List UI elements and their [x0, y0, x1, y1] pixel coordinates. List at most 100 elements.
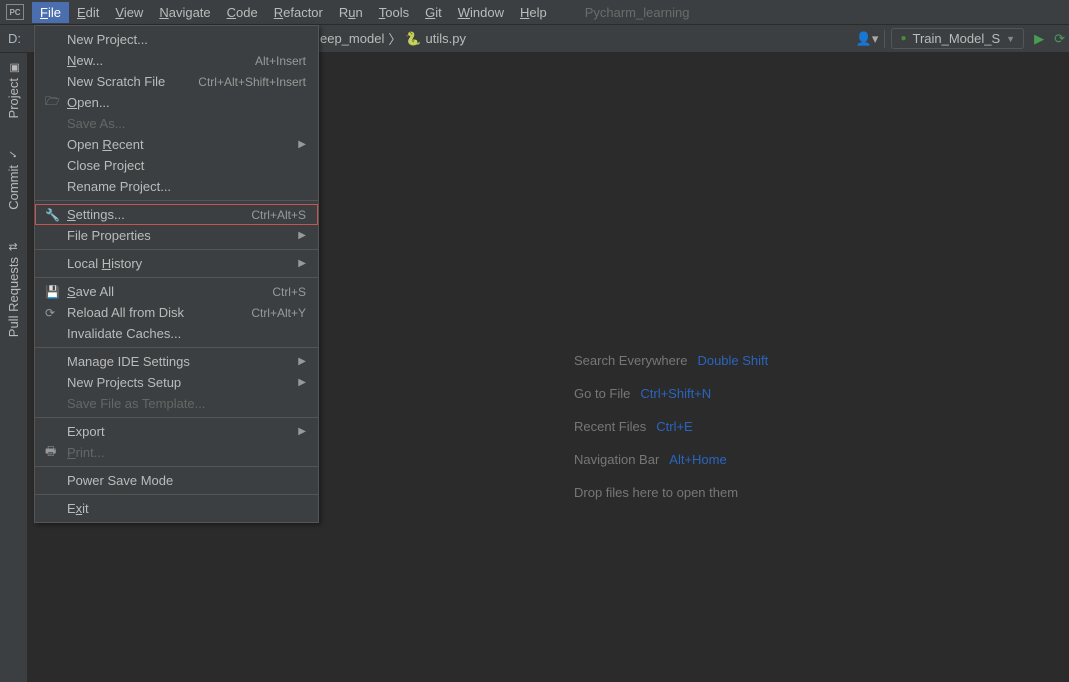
run-config-selector[interactable]: ● Train_Model_S ▼: [891, 28, 1024, 49]
debug-button[interactable]: ⟳: [1054, 31, 1065, 47]
menu-edit[interactable]: Edit: [69, 2, 107, 23]
menu-view[interactable]: View: [107, 2, 151, 23]
menu-separator: [35, 417, 318, 418]
menu-file[interactable]: File: [32, 2, 69, 23]
submenu-arrow-icon: ▶: [298, 377, 306, 388]
breadcrumb-separator: 〉: [388, 29, 401, 48]
menu-item-label: Open...: [67, 95, 110, 110]
tool-project-label: Project: [6, 78, 21, 118]
menu-item-label: Power Save Mode: [67, 473, 173, 488]
menu-item-open-recent[interactable]: Open Recent▶: [35, 134, 318, 155]
run-button[interactable]: ▶: [1030, 31, 1048, 47]
separator: [884, 30, 885, 48]
menu-item-open[interactable]: Open...🗁: [35, 92, 318, 113]
submenu-arrow-icon: ▶: [298, 258, 306, 269]
menu-item-label: Close Project: [67, 158, 144, 173]
menu-item-label: Print...: [67, 445, 105, 460]
menu-item-local-history[interactable]: Local History ▶: [35, 253, 318, 274]
menu-separator: [35, 347, 318, 348]
menu-item-new-scratch-file[interactable]: New Scratch File Ctrl+Alt+Shift+Insert: [35, 71, 318, 92]
menu-item-print: Print... 🖶: [35, 442, 318, 463]
folder-icon: ▣: [7, 62, 20, 72]
menu-item-label: Export: [67, 424, 105, 439]
menu-item-label: Settings...: [67, 207, 125, 222]
menu-item-label: New Scratch File: [67, 74, 165, 89]
submenu-arrow-icon: ▶: [298, 139, 306, 150]
menu-item-new[interactable]: New... Alt+Insert: [35, 50, 318, 71]
menu-item-reload-all-from-disk[interactable]: Reload All from Disk ⟳ Ctrl+Alt+Y: [35, 302, 318, 323]
menu-separator: [35, 200, 318, 201]
menu-shortcut: Ctrl+S: [272, 285, 306, 299]
hint-label: Search Everywhere: [574, 353, 687, 368]
menu-item-invalidate-caches[interactable]: Invalidate Caches...: [35, 323, 318, 344]
menu-item-save-all[interactable]: Save All💾Ctrl+S: [35, 281, 318, 302]
hint-shortcut: Alt+Home: [669, 452, 726, 467]
hint-row: Go to File Ctrl+Shift+N: [574, 386, 768, 401]
menu-item-label: Save As...: [67, 116, 126, 131]
menu-shortcut: Alt+Insert: [255, 54, 306, 68]
menu-item-manage-ide-settings[interactable]: Manage IDE Settings▶: [35, 351, 318, 372]
hint-label: Navigation Bar: [574, 452, 659, 467]
pull-request-icon: ⇅: [7, 242, 20, 251]
editor-hints: Search Everywhere Double Shift Go to File C…: [574, 353, 768, 500]
menu-item-rename-project[interactable]: Rename Project...: [35, 176, 318, 197]
hint-label: Drop files here to open them: [574, 485, 738, 500]
menu-item-close-project[interactable]: Close Project: [35, 155, 318, 176]
menu-item-settings[interactable]: Settings... 🔧 Ctrl+Alt+S: [35, 204, 318, 225]
wrench-icon: 🔧: [45, 208, 60, 222]
breadcrumb-tail[interactable]: eep_model 〉 🐍 utils.py: [320, 29, 466, 48]
menu-item-label: Manage IDE Settings: [67, 354, 190, 369]
menu-item-save-as: Save As...: [35, 113, 318, 134]
menu-window[interactable]: Window: [450, 2, 512, 23]
tool-pull-label: Pull Requests: [6, 257, 21, 337]
menu-navigate[interactable]: Navigate: [151, 2, 218, 23]
project-name: Pycharm_learning: [585, 5, 690, 20]
menu-code[interactable]: Code: [219, 2, 266, 23]
tool-commit-label: Commit: [6, 165, 21, 210]
menu-item-exit[interactable]: Exit: [35, 498, 318, 519]
menu-item-label: Reload All from Disk: [67, 305, 184, 320]
hint-shortcut: Ctrl+E: [656, 419, 692, 434]
menu-refactor[interactable]: Refactor: [266, 2, 331, 23]
menubar: PC FileEditViewNavigateCodeRefactorRunTo…: [0, 0, 1069, 25]
hint-shortcut: Double Shift: [697, 353, 768, 368]
menu-separator: [35, 466, 318, 467]
file-menu-dropdown: New Project... New... Alt+Insert New Scratc…: [34, 25, 319, 523]
menu-shortcut: Ctrl+Alt+Y: [251, 306, 306, 320]
menu-help[interactable]: Help: [512, 2, 555, 23]
chevron-down-icon: ▼: [1006, 34, 1015, 44]
menu-item-label: Local History: [67, 256, 142, 271]
menu-item-power-save-mode[interactable]: Power Save Mode: [35, 470, 318, 491]
menu-run[interactable]: Run: [331, 2, 371, 23]
menu-item-label: Exit: [67, 501, 89, 516]
tool-project[interactable]: Project ▣: [6, 61, 21, 118]
menu-item-save-file-as-template: Save File as Template...: [35, 393, 318, 414]
tool-commit[interactable]: Commit ✓: [6, 148, 21, 210]
menu-item-label: New...: [67, 53, 103, 68]
print-icon: 🖶: [45, 442, 56, 463]
hint-shortcut: Ctrl+Shift+N: [640, 386, 711, 401]
menu-git[interactable]: Git: [417, 2, 450, 23]
tool-pull-requests[interactable]: Pull Requests ⇅: [6, 240, 21, 337]
app-icon: PC: [6, 4, 24, 20]
menu-separator: [35, 494, 318, 495]
hint-row: Search Everywhere Double Shift: [574, 353, 768, 368]
run-config-label: Train_Model_S: [912, 31, 1000, 46]
hint-label: Recent Files: [574, 419, 646, 434]
menu-item-new-project[interactable]: New Project...: [35, 29, 318, 50]
menu-item-label: Invalidate Caches...: [67, 326, 181, 341]
python-icon: ●: [900, 33, 906, 44]
menu-item-label: Save File as Template...: [67, 396, 206, 411]
commit-icon: ✓: [7, 150, 20, 159]
menu-shortcut: Ctrl+Alt+S: [251, 208, 306, 222]
menu-item-new-projects-setup[interactable]: New Projects Setup▶: [35, 372, 318, 393]
breadcrumb[interactable]: D:: [8, 31, 21, 46]
user-icon[interactable]: 👤▾: [856, 31, 879, 47]
reload-icon: ⟳: [45, 306, 55, 320]
menu-tools[interactable]: Tools: [371, 2, 417, 23]
menu-shortcut: Ctrl+Alt+Shift+Insert: [198, 75, 306, 89]
hint-label: Go to File: [574, 386, 630, 401]
menu-item-export[interactable]: Export▶: [35, 421, 318, 442]
save-icon: 💾: [45, 285, 60, 299]
menu-item-file-properties[interactable]: File Properties▶: [35, 225, 318, 246]
